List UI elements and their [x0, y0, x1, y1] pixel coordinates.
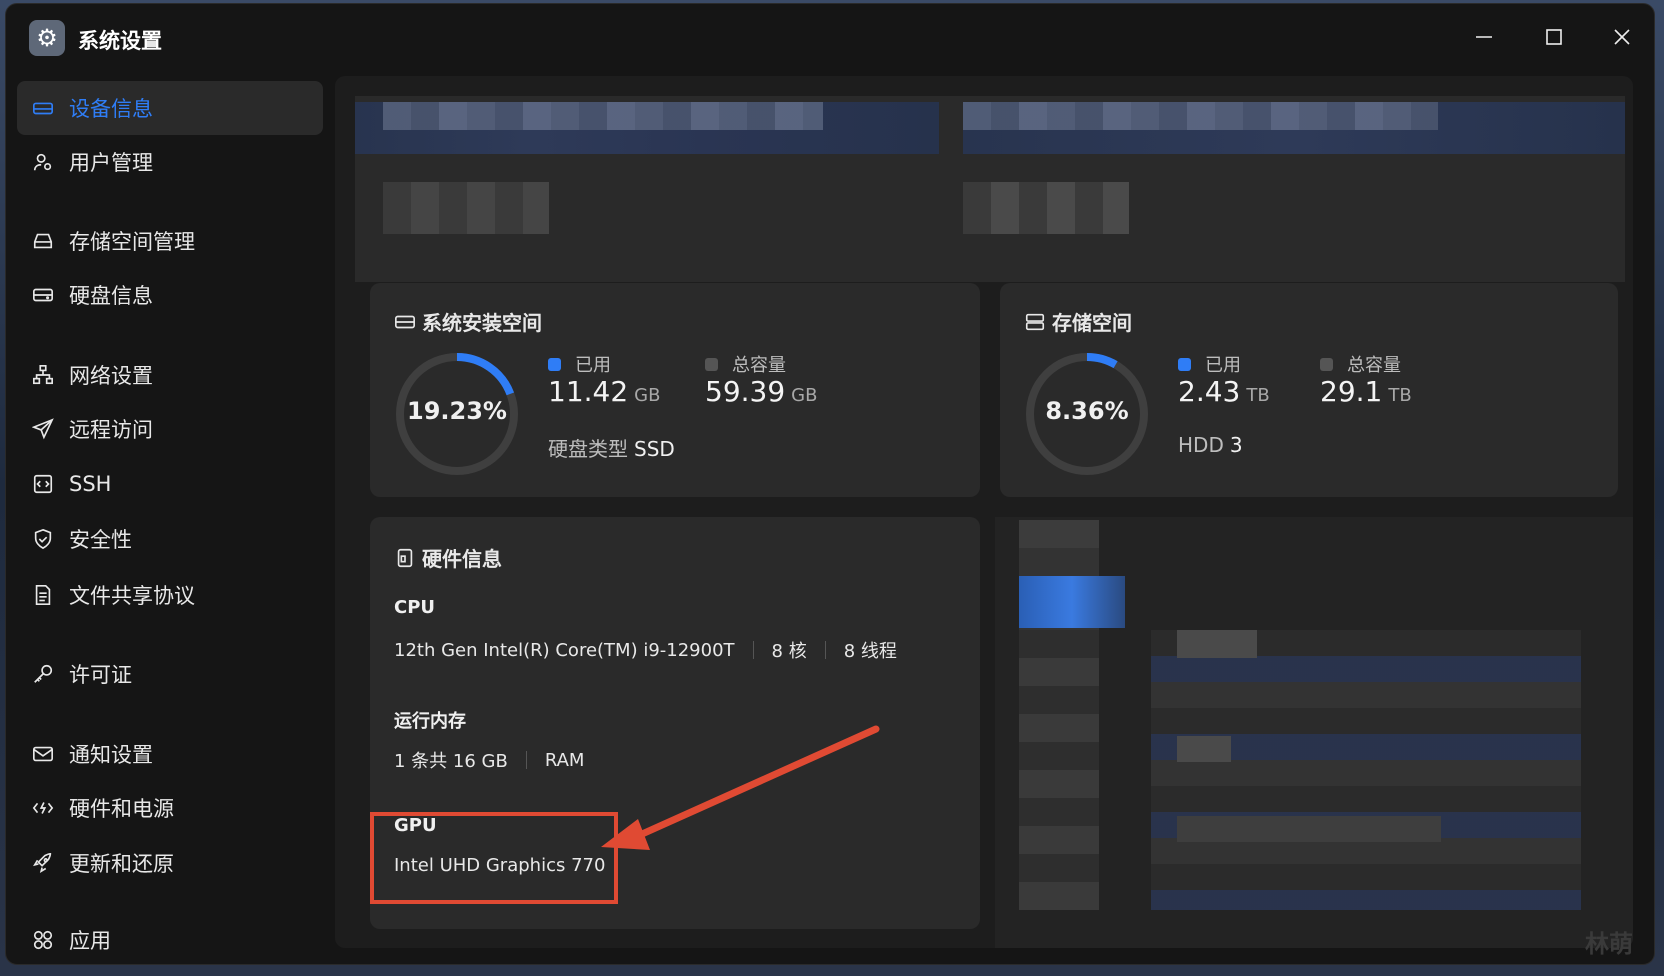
- settings-window: ⚙ 系统设置 设备信息 用户管理 存储空间管理 硬盘信息 网络设置 远程访问 S…: [5, 3, 1655, 965]
- watermark: 林萌: [1585, 930, 1633, 958]
- annotation-arrow: [601, 725, 880, 850]
